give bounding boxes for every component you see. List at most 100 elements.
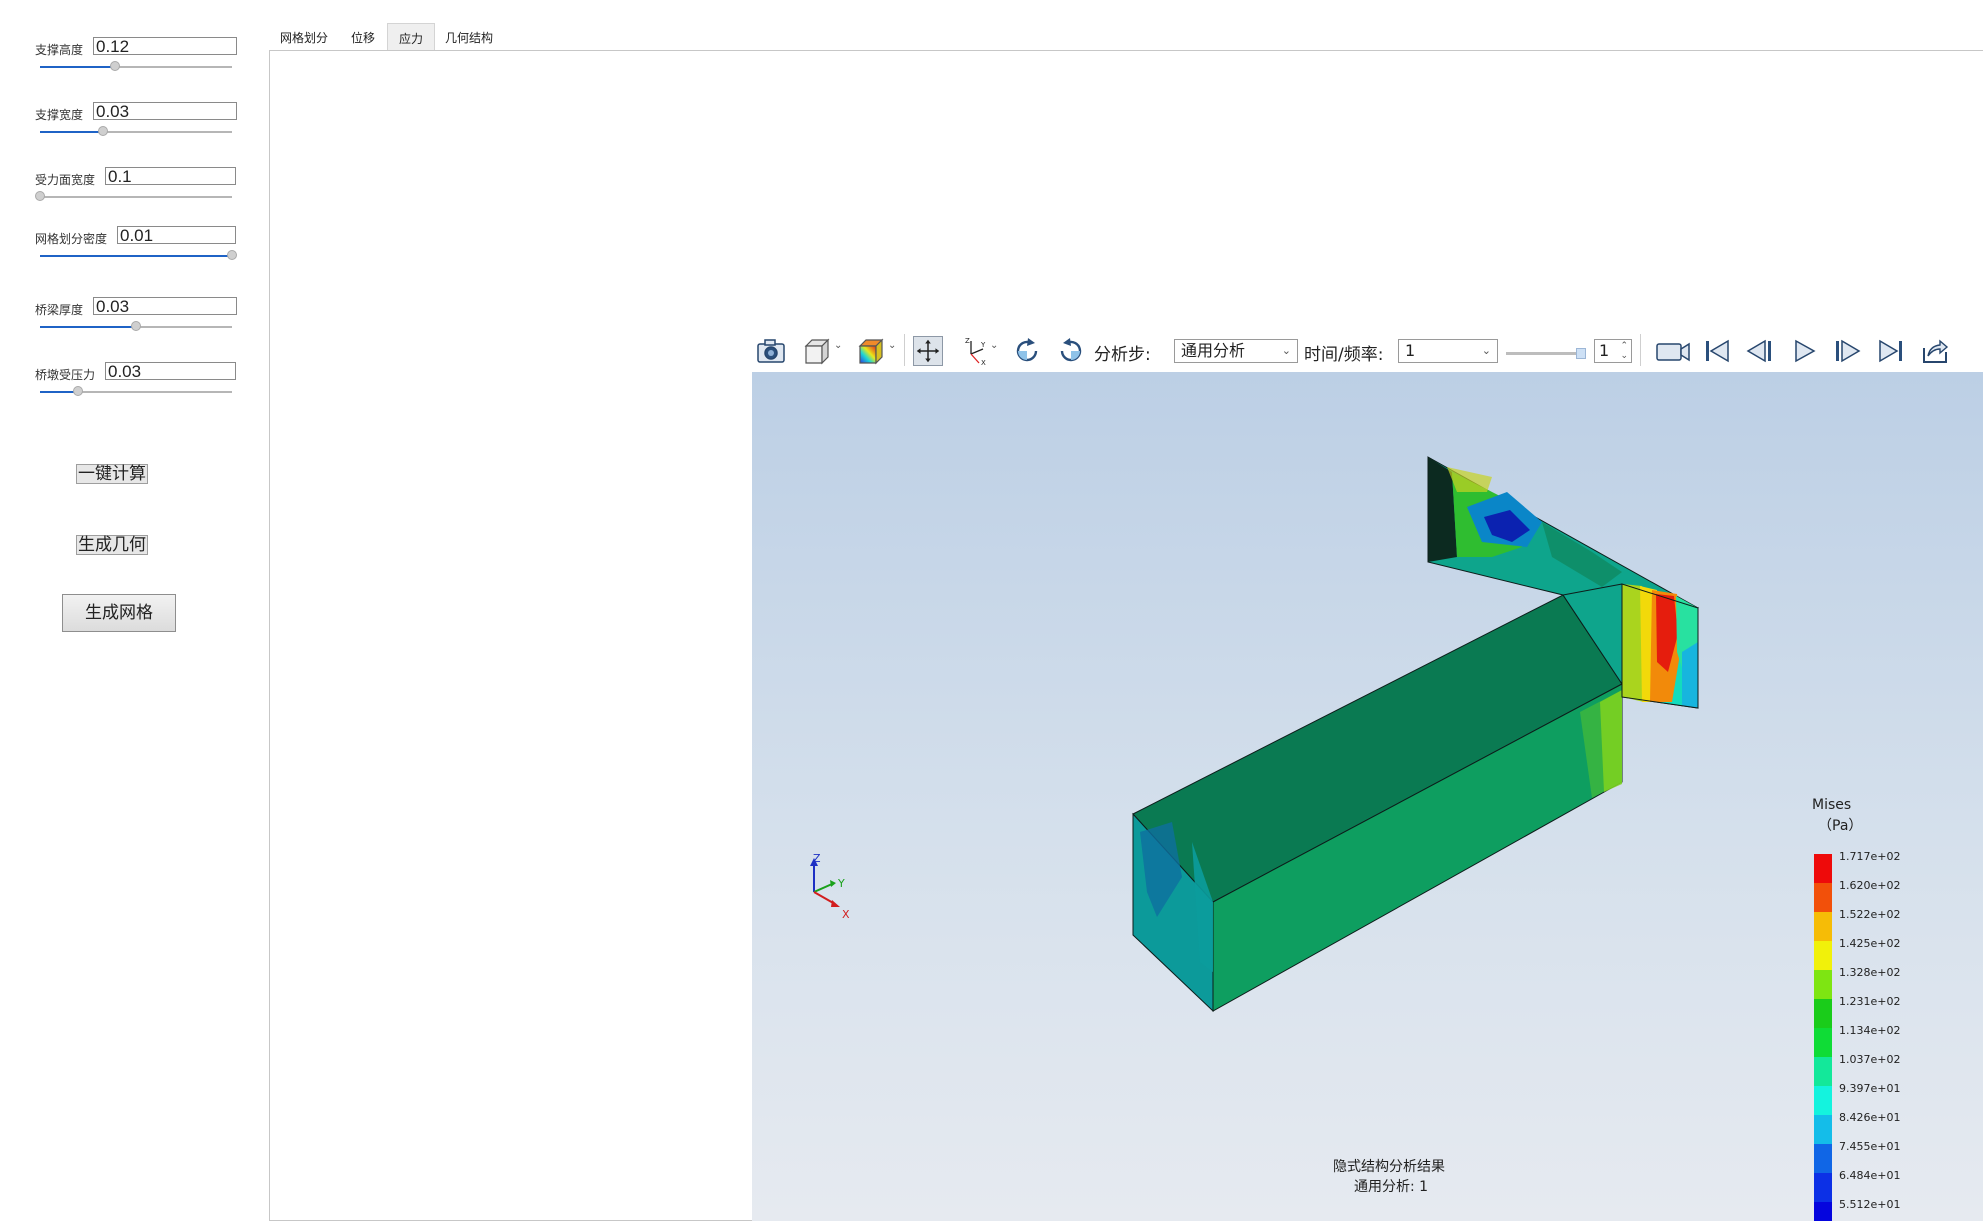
tab-mesh[interactable]: 网格划分 <box>269 23 339 50</box>
param-input[interactable]: 0.01 <box>117 226 236 245</box>
result-viewport[interactable]: Z Y X Mises （Pa） 1.717e+02 1.620e+02 1.522… <box>752 372 1983 1221</box>
legend-swatch <box>1814 883 1832 912</box>
legend-swatch <box>1814 941 1832 970</box>
param-label: 支撑高度 <box>35 43 84 57</box>
param-slider[interactable] <box>40 61 232 71</box>
legend-label: 5.512e+01 <box>1839 1198 1901 1211</box>
chevron-down-icon[interactable]: ⌄ <box>990 340 998 351</box>
time-frequency-label: 时间/频率: <box>1304 345 1384 365</box>
param-slider-thumb[interactable] <box>73 386 84 396</box>
param-label: 桥墩受压力 <box>35 368 96 382</box>
result-caption-step: 通用分析: 1 <box>1354 1179 1429 1195</box>
param-slider[interactable] <box>40 386 232 396</box>
legend-swatch <box>1814 1086 1832 1115</box>
svg-text:X: X <box>981 359 986 366</box>
legend-label: 1.231e+02 <box>1839 995 1901 1008</box>
stress-model <box>810 456 1699 1013</box>
triad-z-label: Z <box>813 852 821 865</box>
param-slider-thumb[interactable] <box>131 321 141 331</box>
legend-label: 8.426e+01 <box>1839 1111 1901 1124</box>
play-icon[interactable] <box>1789 336 1819 366</box>
param-row: 支撑高度 0.12 <box>35 37 240 77</box>
time-frequency-value: 1 <box>1405 341 1416 360</box>
param-slider[interactable] <box>40 250 237 260</box>
param-slider-thumb[interactable] <box>109 61 120 71</box>
toolbar-separator <box>1640 334 1641 366</box>
frame-spinbox-value: 1 <box>1599 341 1610 360</box>
param-label: 支撑宽度 <box>35 108 84 122</box>
legend-swatch <box>1814 999 1832 1028</box>
param-label: 桥梁厚度 <box>35 303 84 317</box>
compute-button[interactable]: 一键计算 <box>76 464 148 484</box>
legend-swatch <box>1814 970 1832 999</box>
next-frame-icon[interactable] <box>1832 336 1862 366</box>
toolbar-separator <box>904 334 905 366</box>
legend-swatch <box>1814 1202 1832 1221</box>
param-slider-fill <box>40 255 232 257</box>
analysis-step-select[interactable]: 通用分析 ⌄ <box>1174 339 1298 363</box>
svg-text:Z: Z <box>965 337 970 345</box>
param-slider[interactable] <box>40 126 232 136</box>
param-row: 桥梁厚度 0.03 <box>35 297 240 337</box>
first-frame-icon[interactable] <box>1702 336 1732 366</box>
record-video-icon[interactable] <box>1655 336 1691 366</box>
param-slider-thumb[interactable] <box>35 191 45 201</box>
frame-slider-thumb[interactable] <box>1576 348 1586 359</box>
tab-stress[interactable]: 应力 <box>387 23 435 50</box>
param-input[interactable]: 0.12 <box>93 37 237 56</box>
pan-icon[interactable] <box>913 336 943 366</box>
tab-geometry[interactable]: 几何结构 <box>435 23 503 50</box>
generate-geometry-button[interactable]: 生成几何 <box>76 535 148 555</box>
frame-slider[interactable] <box>1506 348 1586 359</box>
camera-icon[interactable] <box>756 336 786 366</box>
param-slider-thumb[interactable] <box>98 126 109 136</box>
generate-mesh-button[interactable]: 生成网格 <box>62 594 176 632</box>
color-map-icon[interactable] <box>856 336 886 366</box>
param-input[interactable]: 0.03 <box>93 102 237 121</box>
param-input[interactable]: 0.03 <box>105 362 236 381</box>
param-slider-fill <box>40 131 104 133</box>
param-row: 桥墩受压力 0.03 <box>35 362 240 402</box>
param-label: 受力面宽度 <box>35 173 96 187</box>
param-row: 支撑宽度 0.03 <box>35 102 240 142</box>
last-frame-icon[interactable] <box>1876 336 1906 366</box>
legend-label: 1.425e+02 <box>1839 937 1901 950</box>
time-frequency-select[interactable]: 1 ⌄ <box>1398 339 1498 363</box>
legend-swatch <box>1814 1173 1832 1202</box>
axis-triad-icon[interactable]: Z Y X <box>959 336 989 366</box>
legend-swatch <box>1814 912 1832 941</box>
spin-arrows-icon[interactable]: ⌃ ⌄ <box>1620 341 1628 361</box>
frame-spinbox[interactable]: 1 ⌃ ⌄ <box>1594 339 1632 363</box>
legend-swatch <box>1814 854 1832 883</box>
param-row: 受力面宽度 0.1 <box>35 167 240 207</box>
prev-frame-icon[interactable] <box>1745 336 1775 366</box>
param-input[interactable]: 0.03 <box>93 297 237 316</box>
rotate-cw-icon[interactable] <box>1012 336 1042 366</box>
rotate-ccw-icon[interactable] <box>1056 336 1086 366</box>
param-slider[interactable] <box>35 191 232 201</box>
svg-text:Y: Y <box>980 341 986 349</box>
param-slider-fill <box>40 66 115 68</box>
chevron-down-icon: ⌄ <box>1481 344 1491 357</box>
legend-label: 1.037e+02 <box>1839 1053 1901 1066</box>
param-slider[interactable] <box>40 321 232 331</box>
tab-displacement[interactable]: 位移 <box>339 23 387 50</box>
chevron-down-icon[interactable]: ⌄ <box>834 340 842 351</box>
legend-swatch <box>1814 1115 1832 1144</box>
legend-label: 1.620e+02 <box>1839 879 1901 892</box>
legend-label: 7.455e+01 <box>1839 1140 1901 1153</box>
param-label: 网格划分密度 <box>35 232 108 246</box>
param-input[interactable]: 0.1 <box>105 167 236 186</box>
param-row: 网格划分密度 0.01 <box>35 226 240 266</box>
param-slider-fill <box>40 326 136 328</box>
post-toolbar: ⌄ ⌄ Z Y X ⌄ 分析步: 通用分析 ⌄ 时间/频率: 1 ⌄ 1 ⌃ ⌄ <box>752 328 1983 372</box>
triad-y-label: Y <box>838 877 845 890</box>
analysis-step-value: 通用分析 <box>1181 341 1246 360</box>
legend-label: 9.397e+01 <box>1839 1082 1901 1095</box>
legend-title: Mises <box>1812 797 1852 813</box>
view-cube-icon[interactable] <box>802 336 832 366</box>
export-icon[interactable] <box>1920 336 1950 366</box>
chevron-down-icon[interactable]: ⌄ <box>888 340 896 351</box>
param-slider-thumb[interactable] <box>227 250 237 260</box>
axis-triad <box>810 858 840 907</box>
